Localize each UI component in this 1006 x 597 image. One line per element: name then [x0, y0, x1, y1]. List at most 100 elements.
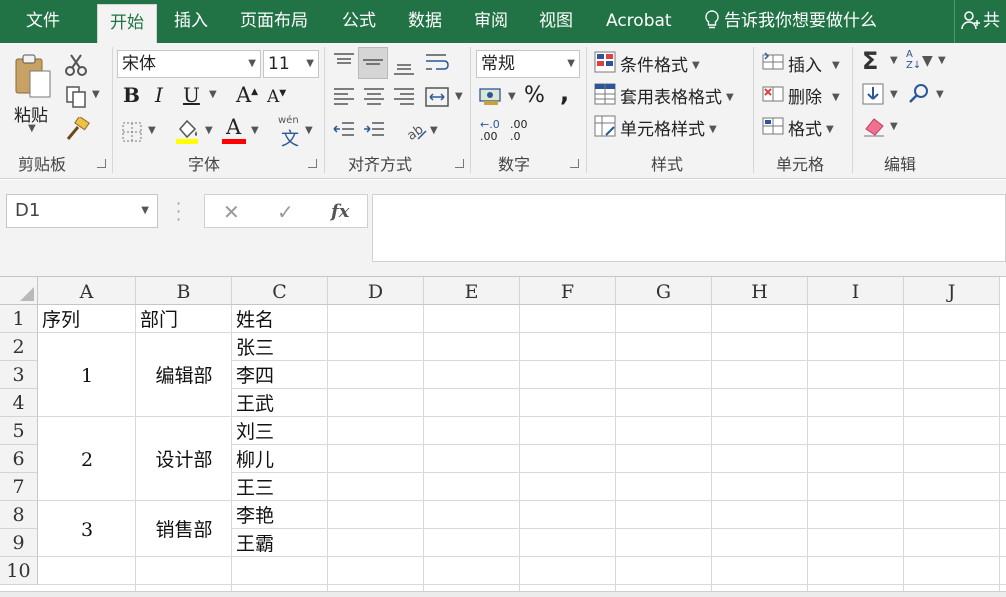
column-header-a[interactable]: A — [38, 277, 136, 305]
align-center-icon[interactable] — [362, 85, 386, 109]
cell-b3[interactable]: 编辑部 — [140, 333, 228, 417]
row-header-8[interactable]: 8 — [0, 501, 38, 529]
decrease-decimal-button[interactable]: .00.0 — [510, 119, 538, 147]
filter-funnel-icon[interactable]: ▼ — [922, 53, 933, 69]
merge-center-icon[interactable] — [424, 85, 450, 109]
column-header-f[interactable]: F — [520, 277, 616, 305]
bold-button[interactable]: B — [123, 83, 140, 107]
insert-function-icon[interactable]: fx — [331, 195, 349, 229]
fill-dropdown-icon[interactable]: ▼ — [890, 89, 898, 100]
select-all-button[interactable] — [0, 277, 38, 305]
row-header-3[interactable]: 3 — [0, 361, 38, 389]
paste-icon[interactable] — [14, 53, 52, 99]
column-header-g[interactable]: G — [616, 277, 712, 305]
row-header-1[interactable]: 1 — [0, 305, 38, 333]
column-header-j[interactable]: J — [904, 277, 1000, 305]
row-header-2[interactable]: 2 — [0, 333, 38, 361]
fill-color-dropdown-icon[interactable]: ▼ — [205, 125, 213, 136]
tab-file[interactable]: 文件 — [14, 0, 72, 43]
row-header-9[interactable]: 9 — [0, 529, 38, 557]
font-name-select[interactable]: 宋体 ▼ — [117, 50, 261, 78]
formula-input[interactable] — [372, 194, 1006, 262]
cell-c1[interactable]: 姓名 — [236, 305, 324, 333]
row-header-10[interactable]: 10 — [0, 557, 38, 585]
orientation-dropdown-icon[interactable]: ▼ — [430, 125, 438, 136]
row-header-5[interactable]: 5 — [0, 417, 38, 445]
cell-b6[interactable]: 设计部 — [140, 417, 228, 501]
enter-icon[interactable]: ✓ — [277, 195, 294, 229]
cancel-icon[interactable]: ✕ — [223, 195, 240, 229]
format-as-table-button[interactable]: 套用表格格式 ▼ — [620, 83, 734, 108]
row-header-6[interactable]: 6 — [0, 445, 38, 473]
conditional-formatting-button[interactable]: 条件格式 ▼ — [620, 51, 700, 76]
cell-styles-icon[interactable] — [594, 115, 616, 137]
find-select-icon[interactable] — [908, 83, 930, 105]
format-painter-icon[interactable] — [64, 117, 90, 141]
tell-me-search[interactable]: 告诉我你想要做什么 — [704, 0, 877, 43]
cell-c7[interactable]: 王三 — [236, 473, 324, 501]
font-color-icon[interactable]: A — [222, 115, 248, 145]
cell-a6[interactable]: 2 — [42, 417, 132, 501]
name-box[interactable]: D1 ▼ — [6, 194, 158, 228]
delete-cells-icon[interactable] — [762, 83, 784, 105]
comma-style-button[interactable]: , — [560, 79, 569, 107]
clear-eraser-icon[interactable] — [862, 115, 886, 137]
tab-review[interactable]: 审阅 — [462, 0, 520, 43]
worksheet-grid[interactable]: A B C D E F G H I J 1 2 3 4 5 6 7 8 9 10 序列 部门 姓名 1 编辑部 张三 李四 王武 2 设计… — [0, 276, 1006, 597]
cell-c2[interactable]: 张三 — [236, 333, 324, 361]
tab-view[interactable]: 视图 — [527, 0, 585, 43]
font-launcher-icon[interactable] — [308, 159, 317, 168]
copy-dropdown-icon[interactable]: ▼ — [92, 89, 100, 100]
copy-icon[interactable] — [64, 85, 88, 109]
tab-insert[interactable]: 插入 — [162, 0, 220, 43]
accounting-format-icon[interactable] — [478, 85, 504, 107]
formula-bar-resize-handle[interactable]: · · · — [176, 196, 181, 228]
increase-indent-icon[interactable] — [362, 119, 386, 143]
align-left-icon[interactable] — [332, 85, 356, 109]
phonetic-dropdown-icon[interactable]: ▼ — [305, 125, 313, 136]
column-header-c[interactable]: C — [232, 277, 328, 305]
percent-style-button[interactable]: % — [524, 83, 545, 108]
cell-c5[interactable]: 刘三 — [236, 417, 324, 445]
number-launcher-icon[interactable] — [570, 159, 579, 168]
format-cells-icon[interactable] — [762, 115, 784, 137]
cell-c6[interactable]: 柳儿 — [236, 445, 324, 473]
autosum-dropdown-icon[interactable]: ▼ — [890, 55, 898, 66]
row-header-4[interactable]: 4 — [0, 389, 38, 417]
underline-button[interactable]: U — [183, 83, 200, 107]
wrap-text-icon[interactable] — [424, 51, 450, 75]
italic-button[interactable]: I — [155, 83, 163, 107]
borders-dropdown-icon[interactable]: ▼ — [148, 125, 156, 136]
autosum-icon[interactable]: Σ — [862, 47, 878, 75]
insert-cells-button[interactable]: 插入 ▼ — [788, 51, 840, 76]
tab-home[interactable]: 开始 — [97, 4, 157, 43]
shrink-font-button[interactable]: A▼ — [267, 87, 286, 107]
tab-page-layout[interactable]: 页面布局 — [228, 0, 320, 43]
phonetic-guide-icon[interactable]: wén 文 — [278, 115, 304, 150]
align-right-icon[interactable] — [392, 85, 416, 109]
delete-cells-button[interactable]: 删除 ▼ — [788, 83, 840, 108]
align-middle-button[interactable] — [358, 47, 388, 79]
grow-font-button[interactable]: A▲ — [236, 83, 258, 107]
column-header-e[interactable]: E — [424, 277, 520, 305]
fill-down-icon[interactable] — [862, 83, 884, 105]
cell-a1[interactable]: 序列 — [42, 305, 132, 333]
cell-a3[interactable]: 1 — [42, 333, 132, 417]
cut-icon[interactable] — [64, 53, 88, 77]
borders-icon[interactable] — [121, 121, 143, 143]
sort-filter-dropdown-icon[interactable]: ▼ — [938, 55, 946, 66]
cell-c3[interactable]: 李四 — [236, 361, 324, 389]
share-button[interactable]: 共 — [954, 0, 1006, 43]
decrease-indent-icon[interactable] — [332, 119, 356, 143]
align-top-icon[interactable] — [332, 51, 356, 75]
cell-a8[interactable]: 3 — [42, 501, 132, 557]
underline-dropdown-icon[interactable]: ▼ — [209, 89, 217, 100]
format-as-table-icon[interactable] — [594, 83, 616, 105]
paste-dropdown-icon[interactable]: ▼ — [28, 123, 36, 134]
horizontal-scrollbar[interactable] — [0, 591, 1006, 597]
align-bottom-icon[interactable] — [392, 51, 416, 77]
accounting-dropdown-icon[interactable]: ▼ — [508, 91, 516, 102]
cell-c9[interactable]: 王霸 — [236, 529, 324, 557]
tab-formulas[interactable]: 公式 — [330, 0, 388, 43]
font-size-select[interactable]: 11 ▼ — [263, 50, 319, 78]
